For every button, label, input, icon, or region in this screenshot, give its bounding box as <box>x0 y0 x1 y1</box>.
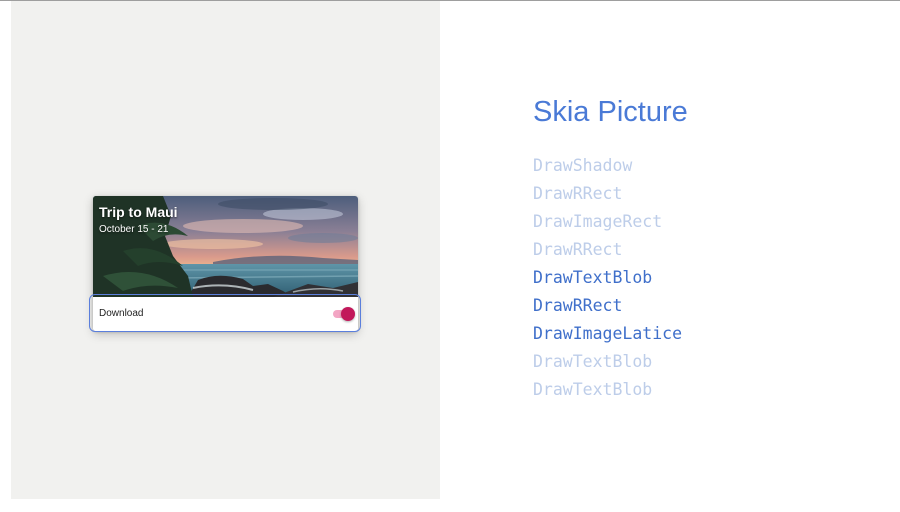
trip-card[interactable]: Trip to Maui October 15 - 21 Download <box>93 196 358 331</box>
draw-op: DrawRRect <box>533 184 623 203</box>
draw-op: DrawImageRect <box>533 212 663 231</box>
draw-op: DrawTextBlob <box>533 380 653 399</box>
slide: Trip to Maui October 15 - 21 Download Sk… <box>0 0 900 512</box>
draw-op: DrawTextBlob <box>533 352 653 371</box>
card-date: October 15 - 21 <box>99 224 169 235</box>
toggle-thumb <box>341 307 355 321</box>
draw-op: DrawTextBlob <box>533 268 653 287</box>
draw-op: DrawImageLatice <box>533 324 683 343</box>
draw-op: DrawRRect <box>533 240 623 259</box>
draw-op: DrawShadow <box>533 156 633 175</box>
draw-ops-list: DrawShadow DrawRRect DrawImageRect DrawR… <box>533 152 682 404</box>
download-toggle[interactable] <box>333 307 357 321</box>
download-label: Download <box>99 308 144 319</box>
card-footer: Download <box>93 297 358 331</box>
card-title: Trip to Maui <box>99 204 178 220</box>
slide-title: Skia Picture <box>533 96 688 128</box>
draw-op: DrawRRect <box>533 296 623 315</box>
